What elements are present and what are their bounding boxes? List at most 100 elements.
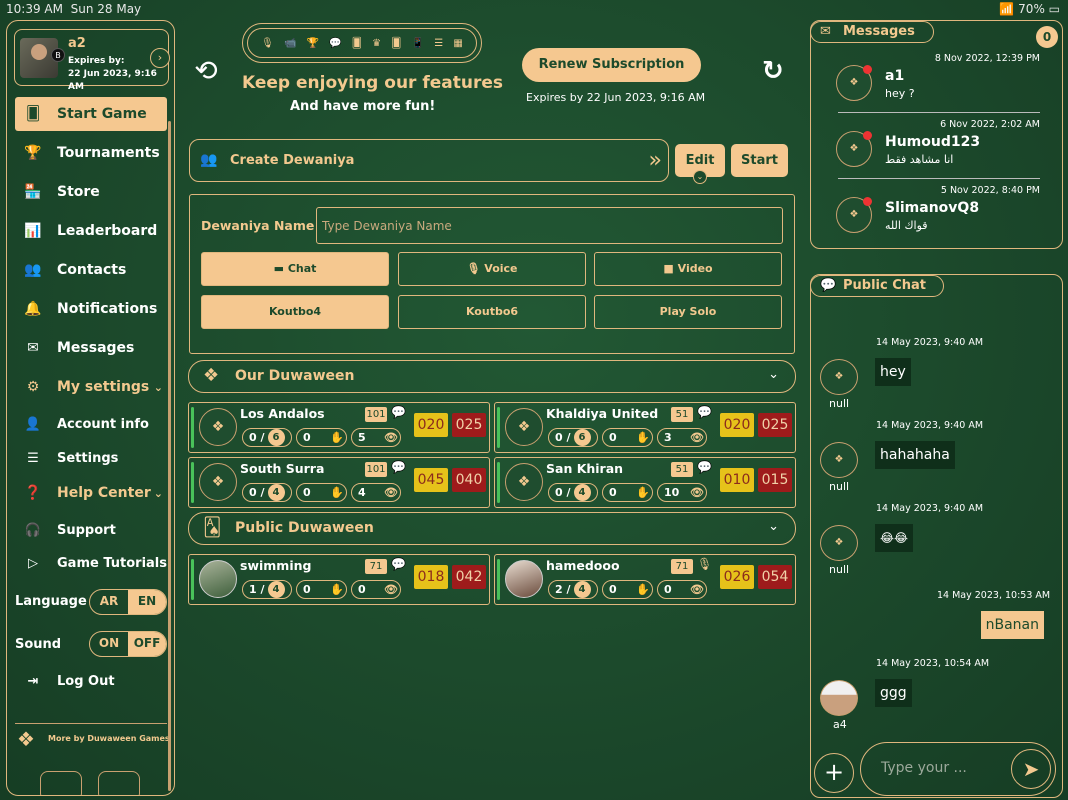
sidebar-item-game-tutorials[interactable]: ▷ Game Tutorials (15, 546, 167, 580)
players-pill: 1 /4 (242, 580, 292, 599)
trophy-icon: 🏆 (306, 37, 319, 49)
language-en[interactable]: EN (128, 590, 166, 614)
sidebar-item-support[interactable]: 🎧 Support (15, 513, 167, 547)
chat-icon: 💬 (391, 405, 406, 419)
play-solo-option-button[interactable]: Play Solo (594, 295, 782, 329)
sound-on[interactable]: ON (90, 632, 128, 656)
sidebar-item-settings[interactable]: ☰ Settings (15, 441, 167, 475)
more-games-link[interactable]: More by Duwaween Games (48, 734, 170, 743)
public-duwaween-header[interactable]: 🂡 Public Duwaween ⌄ (188, 512, 796, 545)
chat-icon: 💬 (820, 278, 837, 293)
sidebar-item-store[interactable]: 🏪 Store (15, 175, 167, 209)
create-dewaniya-bar[interactable]: 👥 Create Dewaniya » (189, 139, 669, 182)
mic-icon: 🎙 (466, 262, 481, 275)
chat-bubble: hey (875, 358, 911, 386)
messages-panel: ✉ Messages 0 8 Nov 2022, 12:39 PM ❖ a1 he… (810, 20, 1063, 249)
score-team-a: 045 (414, 468, 448, 492)
sidebar-item-contacts[interactable]: 👥 Contacts (15, 253, 167, 287)
chevron-down-icon: ⌄ (768, 519, 779, 534)
sidebar-scrollbar[interactable] (168, 121, 171, 791)
dewaniya-name: swimming (240, 558, 312, 573)
message-sender: a1 (885, 68, 905, 84)
chat-username: null (829, 563, 850, 576)
message-item[interactable]: 6 Nov 2022, 2:02 AM ❖ Humoud123 انا مشاه… (836, 119, 1040, 179)
list-icon: ☰ (434, 37, 444, 49)
trophy-icon: 🏆 (24, 145, 42, 161)
game-app-icon-1[interactable] (40, 771, 82, 795)
dewaniya-level: 101 (365, 462, 387, 477)
sidebar-item-my-settings[interactable]: ⚙ My settings ⌄ (15, 370, 167, 404)
sidebar-item-account-info[interactable]: 👤 Account info (15, 407, 167, 441)
avatar: ❖ (820, 359, 858, 395)
rotate-device-icon[interactable]: ⟲ (186, 54, 226, 90)
dewaniya-logo-icon: ❖ (199, 408, 237, 446)
game-app-icon-2[interactable] (98, 771, 140, 795)
add-attachment-button[interactable]: + (814, 753, 854, 793)
dewaniya-name-label: Dewaniya Name (201, 218, 315, 233)
status-time: 10:39 AM Sun 28 May (6, 2, 142, 16)
spectators-pill: 0 ✋ (602, 428, 653, 447)
chat-icon: 💬 (391, 557, 406, 571)
viewers-pill: 10 👁 (657, 483, 707, 502)
headset-icon: 🎧 (24, 522, 42, 538)
send-icon[interactable]: ➤ (1011, 749, 1051, 789)
dewaniya-level: 71 (365, 559, 387, 574)
divider (838, 178, 1040, 179)
message-sender: SlimanovQ8 (885, 200, 980, 216)
score-team-a: 010 (720, 468, 754, 492)
envelope-icon: ✉ (27, 340, 39, 356)
sidebar-item-messages[interactable]: ✉ Messages (15, 331, 167, 365)
dewaniya-card[interactable]: ❖ South Surra 101 💬 0 /4 0 ✋ 4 👁 045 040 (188, 457, 490, 508)
sidebar-item-leaderboard[interactable]: 📊 Leaderboard (15, 214, 167, 248)
video-option-button[interactable]: ■ Video (594, 252, 782, 286)
sound-off[interactable]: OFF (128, 632, 166, 656)
message-item[interactable]: 5 Nov 2022, 8:40 PM ❖ SlimanovQ8 قواك ال… (836, 185, 1040, 245)
our-duwaween-header[interactable]: ❖ Our Duwaween ⌄ (188, 360, 796, 393)
dewaniya-card[interactable]: ❖ San Khiran 51 💬 0 /4 0 ✋ 10 👁 010 015 (494, 457, 796, 508)
start-button[interactable]: Start (731, 144, 788, 177)
voice-option-button[interactable]: 🎙 Voice (398, 252, 586, 286)
viewers-pill: 0 👁 (351, 580, 401, 599)
profile-arrow-icon[interactable]: › (150, 48, 170, 68)
koutbo6-option-button[interactable]: Koutbo6 (398, 295, 586, 329)
chevron-down-icon: ⌄ (153, 486, 163, 500)
viewers-pill: 0 👁 (657, 580, 707, 599)
sound-toggle[interactable]: ON OFF (89, 631, 167, 657)
hand-icon: ✋ (330, 431, 344, 444)
dewaniya-card[interactable]: swimming 71 💬 1 /4 0 ✋ 0 👁 018 042 (188, 554, 490, 605)
chat-input[interactable]: Type your ... ➤ (860, 742, 1056, 796)
message-preview: قواك الله (885, 219, 928, 232)
messages-header[interactable]: ✉ Messages (810, 21, 934, 43)
message-date: 6 Nov 2022, 2:02 AM (940, 119, 1040, 130)
dewaniya-card[interactable]: ❖ Khaldiya United 51 💬 0 /6 0 ✋ 3 👁 020 02… (494, 402, 796, 453)
dewaniya-name-input[interactable] (316, 207, 783, 244)
dewaniya-card[interactable]: ❖ Los Andalos 101 💬 0 /6 0 ✋ 5 👁 020 025 (188, 402, 490, 453)
spectators-pill: 0 ✋ (602, 483, 653, 502)
leaderboard-icon: 📊 (24, 223, 42, 239)
public-chat-header[interactable]: 💬 Public Chat (810, 275, 944, 297)
chat-date: 14 May 2023, 10:53 AM (937, 590, 1051, 601)
sidebar-item-start-game[interactable]: 🂠 Start Game (15, 97, 167, 131)
gear-icon: ⚙ (26, 379, 40, 395)
koutbo4-option-button[interactable]: Koutbo4 (201, 295, 389, 329)
unread-dot (863, 197, 872, 206)
refresh-icon[interactable]: ↻ (762, 56, 784, 86)
renew-subscription-button[interactable]: Renew Subscription (522, 48, 701, 82)
chat-option-button[interactable]: ▬ Chat (201, 252, 389, 286)
language-ar[interactable]: AR (90, 590, 128, 614)
sidebar-item-notifications[interactable]: 🔔 Notifications (15, 292, 167, 326)
language-toggle[interactable]: AR EN (89, 589, 167, 615)
chevron-down-icon[interactable]: ⌄ (693, 170, 707, 184)
sidebar-item-help-center[interactable]: ❓ Help Center ⌄ (15, 476, 167, 510)
contacts-icon: 👥 (24, 262, 42, 278)
profile-card[interactable]: B a2 Expires by: 22 Jun 2023, 9:16 AM › (14, 29, 170, 92)
eye-icon: 👁 (384, 583, 398, 596)
sidebar-item-tournaments[interactable]: 🏆 Tournaments (15, 136, 167, 170)
profile-name: a2 (68, 36, 86, 51)
sidebar-item-log-out[interactable]: ⇥ Log Out (15, 664, 167, 698)
dewaniya-card[interactable]: hamedooo 71 🎙 2 /4 0 ✋ 0 👁 026 054 (494, 554, 796, 605)
message-item[interactable]: 8 Nov 2022, 12:39 PM ❖ a1 hey ? (836, 53, 1040, 113)
viewers-pill: 5 👁 (351, 428, 401, 447)
avatar: ❖ (820, 442, 858, 478)
score-team-b: 042 (452, 565, 486, 589)
